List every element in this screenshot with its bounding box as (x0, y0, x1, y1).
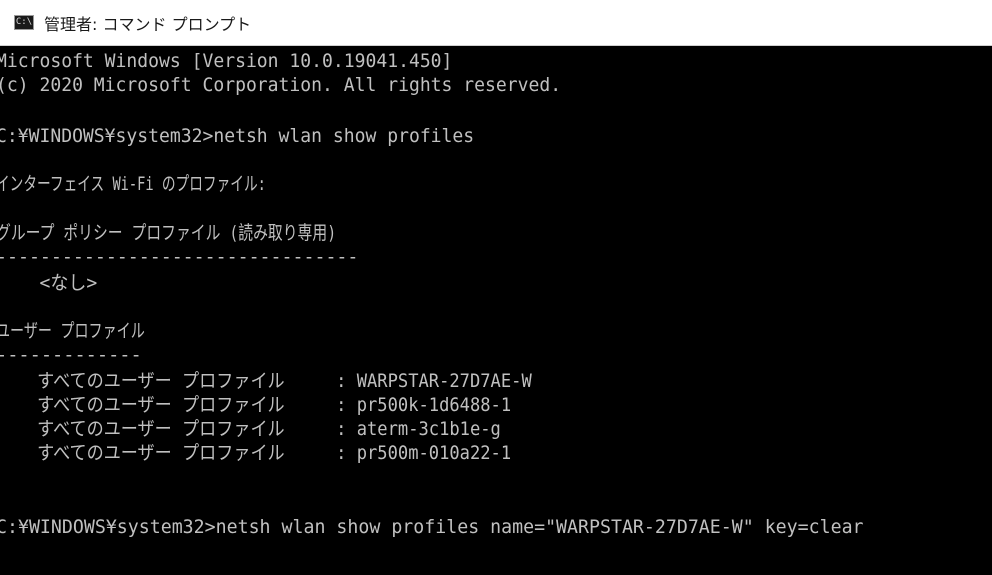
console-line-interface: インターフェイス Wi-Fi のプロファイル: (0, 173, 266, 195)
console-line-profile-1: すべてのユーザー プロファイル : WARPSTAR-27D7AE-W (0, 370, 532, 392)
console-line-separator-1: --------------------------------- (0, 246, 359, 268)
title-bar[interactable]: C:\ 管理者: コマンド プロンプト (0, 0, 992, 46)
window-title: 管理者: コマンド プロンプト (44, 15, 252, 34)
console-line-command-2: C:¥WINDOWS¥system32>netsh wlan show prof… (0, 516, 864, 538)
console-line-command-1: C:¥WINDOWS¥system32>netsh wlan show prof… (0, 125, 475, 147)
console-line-version: Microsoft Windows [Version 10.0.19041.45… (0, 50, 453, 72)
console-line-profile-3: すべてのユーザー プロファイル : aterm-3c1b1e-g (0, 418, 501, 440)
console-line-none: <なし> (0, 272, 98, 294)
console-line-profile-4: すべてのユーザー プロファイル : pr500m-010a22-1 (0, 442, 512, 464)
console-output[interactable]: Microsoft Windows [Version 10.0.19041.45… (0, 50, 992, 575)
console-line-user-profiles: ユーザー プロファイル (0, 320, 145, 342)
console-line-profile-2: すべてのユーザー プロファイル : pr500k-1d6488-1 (0, 394, 512, 416)
console-line-separator-2: ------------- (0, 344, 142, 366)
command-prompt-window: C:\ 管理者: コマンド プロンプト Microsoft Windows [V… (0, 0, 992, 575)
console-line-copyright: (c) 2020 Microsoft Corporation. All righ… (0, 74, 562, 96)
cmd-icon: C:\ (14, 15, 34, 30)
console-line-group-policy: グループ ポリシー プロファイル (読み取り専用) (0, 222, 337, 244)
